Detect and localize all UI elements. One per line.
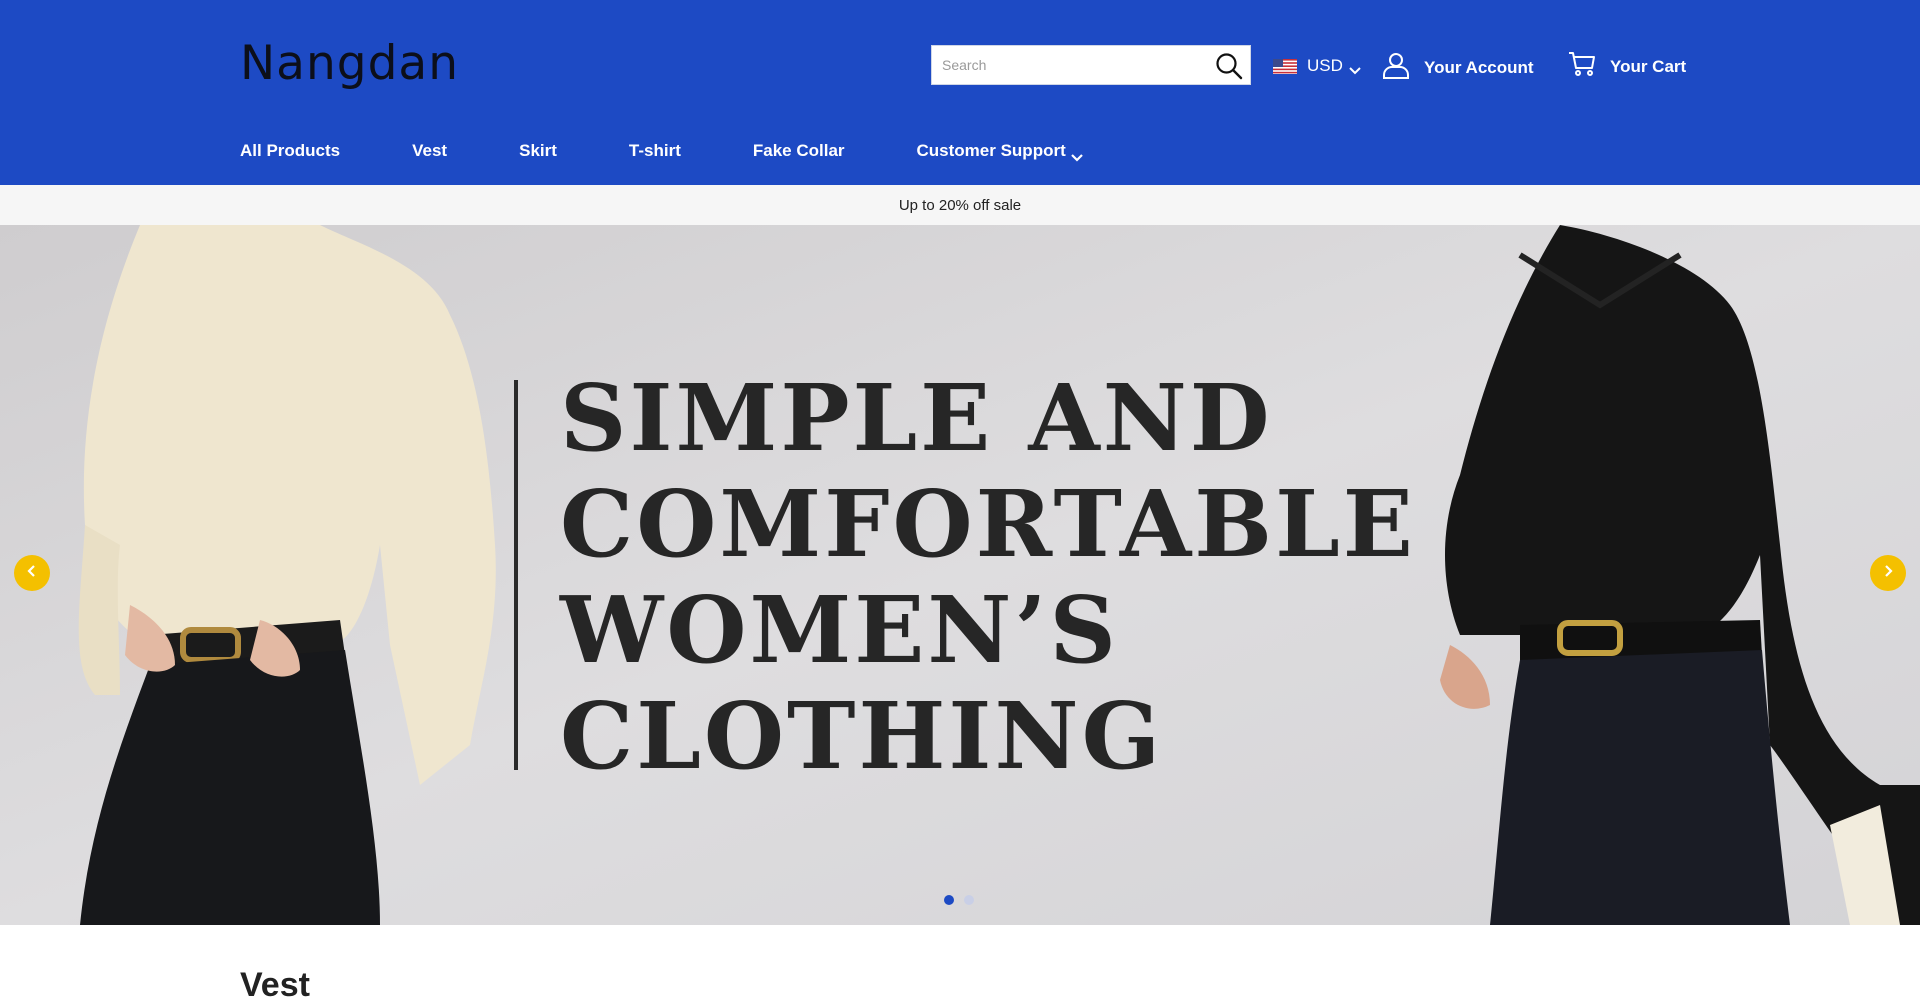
section-title: Vest [240, 966, 310, 1004]
currency-label: USD [1307, 56, 1343, 75]
nav-label: T-shirt [628, 141, 681, 160]
main-nav: All Products Vest Skirt T-shirt Fake Col… [240, 141, 1083, 162]
user-icon [1382, 51, 1410, 84]
chevron-down-icon [1070, 147, 1083, 162]
account-link[interactable]: Your Account [1382, 51, 1534, 84]
nav-label: Vest [412, 141, 448, 160]
nav-item-vest[interactable]: Vest [412, 141, 447, 161]
nav-item-fake-collar[interactable]: Fake Collar [753, 141, 845, 161]
chevron-down-icon [1349, 62, 1361, 75]
account-label: Your Account [1424, 57, 1534, 77]
chevron-left-icon [25, 564, 39, 583]
hero-headline-line: SIMPLE AND [560, 364, 1273, 472]
site-header: Nangdan USD [0, 0, 1920, 185]
slider-dot-2[interactable] [964, 895, 974, 905]
cart-link[interactable]: Your Cart [1568, 51, 1686, 82]
hero-banner[interactable]: SIMPLE AND COMFORTABLE WOMEN’S CLOTHING [0, 225, 1920, 925]
nav-label: All Products [240, 141, 341, 160]
search-input[interactable] [932, 46, 1202, 84]
hero-headline-line: CLOTHING [560, 682, 1164, 790]
hero-divider [514, 380, 518, 770]
promo-text: Up to 20% off sale [898, 196, 1022, 214]
chevron-right-icon [1881, 564, 1895, 583]
hero-headline: SIMPLE AND COMFORTABLE WOMEN’S CLOTHING [560, 365, 1416, 789]
nav-item-skirt[interactable]: Skirt [519, 141, 557, 161]
nav-label: Skirt [519, 141, 557, 160]
hero-headline-line: WOMEN’S [560, 576, 1119, 684]
slider-prev-button[interactable] [14, 555, 50, 591]
brand-logo[interactable]: Nangdan [240, 36, 459, 91]
slider-next-button[interactable] [1870, 555, 1906, 591]
nav-item-t-shirt[interactable]: T-shirt [629, 141, 681, 161]
slider-dots [944, 895, 984, 905]
cart-icon [1568, 51, 1596, 82]
currency-selector[interactable]: USD [1273, 55, 1361, 77]
cart-label: Your Cart [1610, 56, 1687, 76]
search-bar [931, 45, 1251, 85]
promo-bar: Up to 20% off sale [0, 185, 1920, 225]
us-flag-icon [1273, 58, 1297, 74]
hero-headline-line: COMFORTABLE [560, 470, 1416, 578]
nav-label: Customer Support [916, 141, 1066, 160]
nav-label: Fake Collar [752, 141, 845, 160]
nav-item-all-products[interactable]: All Products [240, 141, 340, 161]
nav-item-customer-support[interactable]: Customer Support [916, 141, 1083, 162]
slider-dot-1[interactable] [944, 895, 954, 905]
search-icon[interactable] [1214, 51, 1244, 81]
